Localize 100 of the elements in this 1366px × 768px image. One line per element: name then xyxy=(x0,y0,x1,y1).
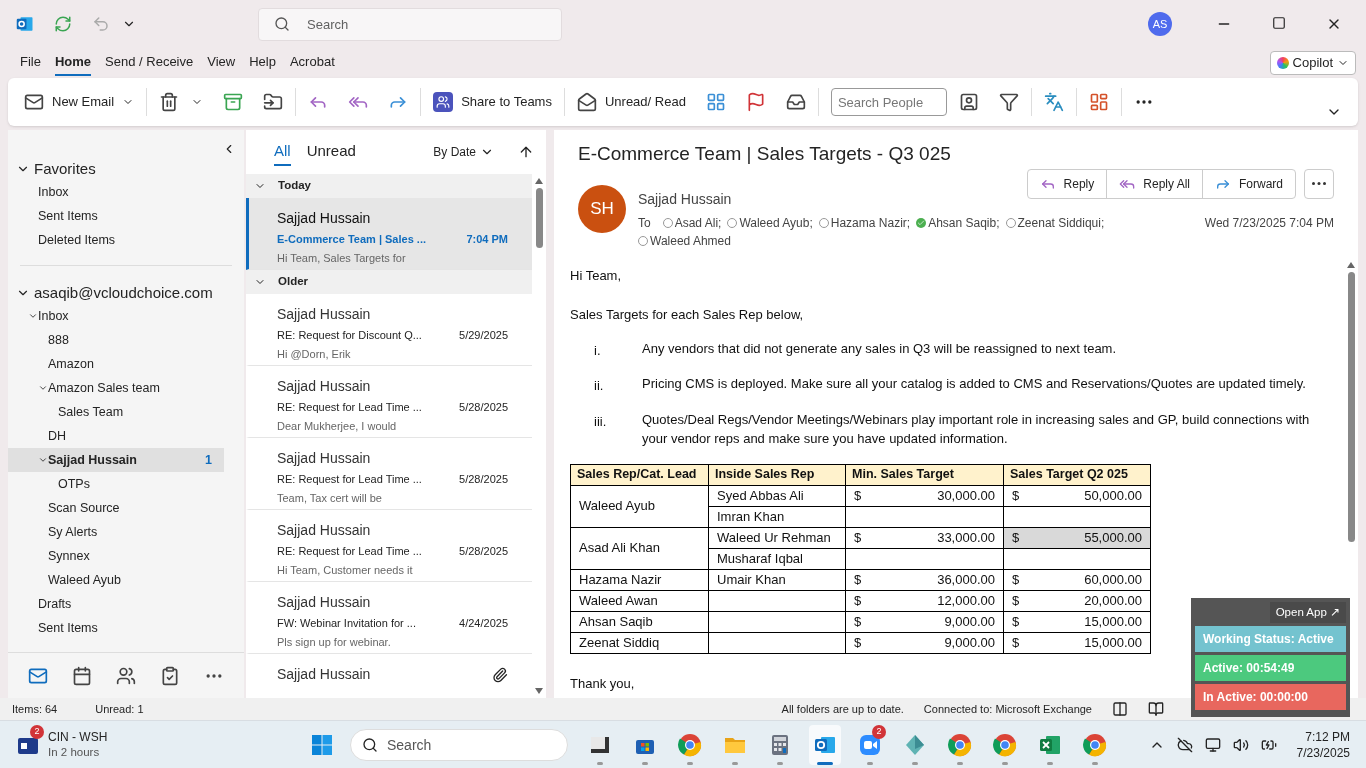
scrollbar-thumb[interactable] xyxy=(1347,271,1355,542)
video-app-icon[interactable] xyxy=(858,732,882,757)
clock-date[interactable]: 7/23/2025 xyxy=(1296,744,1350,761)
folder-item[interactable]: Sales Team xyxy=(8,400,224,424)
menu-tab[interactable]: View xyxy=(207,50,236,76)
folder-item[interactable]: Inbox xyxy=(8,180,244,205)
folder-item[interactable]: Amazon Sales team xyxy=(8,376,224,400)
recipient[interactable]: Ahsan Saqib; xyxy=(928,213,1000,232)
message-action-button[interactable]: Forward xyxy=(1202,169,1295,198)
account-header[interactable]: asaqib@vcloudchoice.com xyxy=(34,281,213,304)
rules-icon[interactable] xyxy=(785,92,806,112)
archive-icon[interactable] xyxy=(223,92,244,112)
message-item[interactable]: Sajjad Hussain E-Commerce Team | Sales ... 7:04 PM Hi Team, Sales Targets for xyxy=(246,198,532,270)
mail-app-icon[interactable] xyxy=(16,15,34,33)
folder-item[interactable]: Waleed Ayub xyxy=(8,568,224,592)
user-avatar[interactable]: AS xyxy=(1148,12,1172,36)
folder-item[interactable]: 888 xyxy=(8,328,224,352)
sender-avatar: SH xyxy=(578,184,626,233)
table-cell-text: 30,000.00 xyxy=(937,486,995,505)
people-icon[interactable] xyxy=(116,665,136,686)
folder-item[interactable]: Sajjad Hussain 1 xyxy=(8,448,224,472)
scrollbar-thumb[interactable] xyxy=(535,188,543,248)
open-app-button[interactable]: Open App ↗ xyxy=(1269,602,1346,624)
scroll-down-icon[interactable] xyxy=(535,688,543,694)
message-item[interactable]: Sajjad Hussain RE: Request for Lead Time ... 5/28/2025 Hi Team, Customer needs it xyxy=(246,510,532,582)
delete-icon[interactable] xyxy=(159,92,180,112)
folder-item[interactable]: Synnex xyxy=(8,544,224,568)
folder-item[interactable]: Sent Items xyxy=(8,204,244,229)
filter-tab[interactable]: All xyxy=(274,138,291,166)
share-to-teams-button[interactable]: Share to Teams xyxy=(433,92,552,112)
sort-direction-icon[interactable] xyxy=(518,144,534,160)
message-action-button[interactable]: Reply xyxy=(1027,169,1107,198)
folder-item[interactable]: DH xyxy=(8,424,224,448)
volume-icon[interactable] xyxy=(1232,736,1249,753)
sort-dropdown[interactable]: By Date xyxy=(433,143,494,161)
folder-item[interactable]: Scan Source xyxy=(8,496,224,520)
message-date: 5/28/2025 xyxy=(459,400,508,415)
search-people-field[interactable]: Search People xyxy=(830,88,947,116)
message-item[interactable]: Sajjad Hussain RE: Request for Lead Time ... 5/28/2025 Dear Mukherjee, I would xyxy=(246,366,532,438)
unread-count: Unread: 1 xyxy=(95,701,144,717)
sender-name[interactable]: Sajjad Hussain xyxy=(638,188,732,210)
taskbar-app[interactable]: 2 xyxy=(854,724,886,765)
message-item[interactable]: Sajjad Hussain FW: Webinar Invitation for ... 4/24/2025 Pls sign up for webinar. xyxy=(246,582,532,654)
copilot-button[interactable]: Copilot xyxy=(1269,51,1356,75)
recipient[interactable]: Waleed Ayub; xyxy=(739,213,813,232)
normal-view-icon[interactable] xyxy=(1112,701,1128,717)
folder-item[interactable]: Sent Items xyxy=(8,616,224,640)
search-field[interactable]: Search xyxy=(258,7,562,41)
message-item[interactable]: Sajjad Hussain RE: Request for Discount Q... 5/29/2025 Hi @Dorn, Erik xyxy=(246,294,532,366)
menu-tab[interactable]: Help xyxy=(249,50,276,76)
recipient[interactable]: Waleed Ahmed xyxy=(650,231,731,250)
event-time[interactable]: In 2 hours xyxy=(48,744,108,760)
folder-item[interactable]: Drafts xyxy=(8,592,224,616)
sender-name: Sajjad Hussain xyxy=(277,593,371,612)
sync-status: All folders are up to date. xyxy=(781,701,904,717)
folder-item[interactable]: Inbox xyxy=(8,304,224,328)
attachment-icon xyxy=(492,666,508,683)
section-header[interactable]: Favorites xyxy=(34,158,96,181)
message-item[interactable]: Sajjad Hussain RE: Request for Lead Time ... 5/28/2025 Team, Tax cert will be xyxy=(246,438,532,510)
unread-read-button[interactable]: Unread/ Read xyxy=(576,92,686,112)
browser-icon[interactable] xyxy=(678,732,702,757)
recipient[interactable]: Hazama Nazir; xyxy=(830,213,911,232)
browser-icon[interactable] xyxy=(1083,732,1107,757)
browser-icon[interactable] xyxy=(993,732,1017,757)
browser-icon[interactable] xyxy=(948,732,972,757)
categorize-icon[interactable] xyxy=(705,92,726,112)
folder-item[interactable]: Amazon xyxy=(8,352,224,376)
folder-item[interactable]: Sy Alerts xyxy=(8,520,224,544)
message-action-button[interactable]: Reply All xyxy=(1106,169,1202,198)
taskbar-search-field[interactable]: Search xyxy=(350,728,568,761)
folder-item[interactable]: OTPs xyxy=(8,472,224,496)
recipient[interactable]: Asad Ali; xyxy=(674,213,722,232)
start-icon[interactable] xyxy=(310,732,334,757)
folder-item[interactable]: Deleted Items xyxy=(8,228,244,253)
tasks-icon[interactable] xyxy=(160,665,180,686)
event-title[interactable]: CIN - WSH xyxy=(48,729,108,745)
more-actions-button[interactable] xyxy=(1304,168,1334,199)
clock-time[interactable]: 7:12 PM xyxy=(1305,728,1350,745)
scroll-up-icon[interactable] xyxy=(1347,261,1355,268)
currency-sign: $ xyxy=(854,591,862,610)
display-icon[interactable] xyxy=(1204,736,1221,753)
currency-sign: $ xyxy=(1012,570,1020,589)
scroll-up-icon[interactable] xyxy=(535,178,543,184)
reading-view-icon[interactable] xyxy=(1148,701,1164,717)
add-ins-icon[interactable] xyxy=(1088,92,1109,112)
recipient[interactable]: Zeenat Siddiqui; xyxy=(1017,213,1105,232)
address-book-icon[interactable] xyxy=(958,92,979,112)
translate-icon[interactable] xyxy=(1043,92,1064,112)
maximize-icon[interactable] xyxy=(1272,16,1286,30)
menu-tab[interactable]: File xyxy=(20,50,41,76)
taskbar-app[interactable] xyxy=(809,724,841,765)
filter-icon[interactable] xyxy=(998,92,1019,112)
network-icon[interactable] xyxy=(1176,736,1193,753)
move-icon[interactable] xyxy=(263,92,284,112)
sync-icon[interactable] xyxy=(54,15,72,33)
menu-tab[interactable]: Acrobat xyxy=(289,50,335,76)
filter-tab[interactable]: Unread xyxy=(306,138,356,166)
new-email-button[interactable]: New Email xyxy=(24,92,135,112)
menu-tab[interactable]: Home xyxy=(54,50,92,76)
menu-tab[interactable]: Send / Receive xyxy=(105,50,194,76)
